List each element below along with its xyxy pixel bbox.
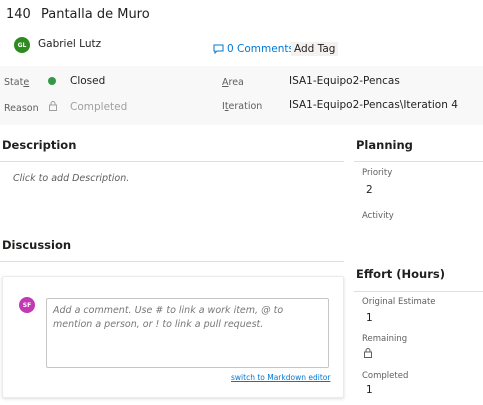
assignee-avatar: GL (14, 37, 30, 53)
description-divider (0, 161, 344, 162)
state-label: State (4, 77, 30, 88)
effort-divider (354, 291, 483, 292)
assignee-name[interactable]: Gabriel Lutz (38, 38, 101, 50)
original-estimate-value[interactable]: 1 (366, 312, 373, 324)
work-item-id: 140 (6, 7, 31, 22)
comments-link[interactable]: 0 Comments (213, 43, 294, 55)
comment-icon (213, 44, 224, 54)
activity-label: Activity (362, 211, 394, 221)
state-value[interactable]: Closed (70, 75, 105, 87)
original-estimate-label: Original Estimate (362, 297, 436, 307)
priority-label: Priority (362, 168, 393, 178)
iteration-value[interactable]: ISA1-Equipo2-Pencas\Iteration 4 (289, 99, 458, 111)
area-value[interactable]: ISA1-Equipo2-Pencas (289, 75, 400, 87)
lock-icon (49, 101, 57, 111)
planning-divider (354, 161, 483, 162)
planning-heading: Planning (356, 138, 413, 152)
discussion-divider (0, 261, 344, 262)
reason-label: Reason (4, 103, 39, 114)
markdown-editor-link[interactable]: switch to Markdown editor (231, 373, 330, 382)
description-placeholder[interactable]: Click to add Description. (13, 173, 129, 184)
description-heading: Description (2, 138, 77, 152)
reason-value: Completed (70, 101, 128, 113)
remaining-label: Remaining (362, 334, 408, 344)
area-label: Area (222, 77, 244, 88)
activity-field[interactable] (362, 224, 477, 238)
add-tag-button[interactable]: Add Tag (291, 42, 339, 56)
completed-label: Completed (362, 371, 409, 381)
iteration-label: Iteration (222, 101, 263, 112)
comments-count: 0 Comments (227, 43, 294, 55)
remaining-lock-icon (364, 348, 372, 358)
discussion-heading: Discussion (2, 238, 72, 252)
comment-input[interactable]: Add a comment. Use # to link a work item… (46, 298, 329, 368)
completed-value[interactable]: 1 (366, 384, 373, 396)
priority-value[interactable]: 2 (366, 184, 373, 196)
work-item-title[interactable]: Pantalla de Muro (41, 7, 150, 22)
effort-heading: Effort (Hours) (356, 267, 445, 281)
state-status-dot (48, 77, 56, 85)
current-user-avatar: SF (19, 297, 35, 313)
